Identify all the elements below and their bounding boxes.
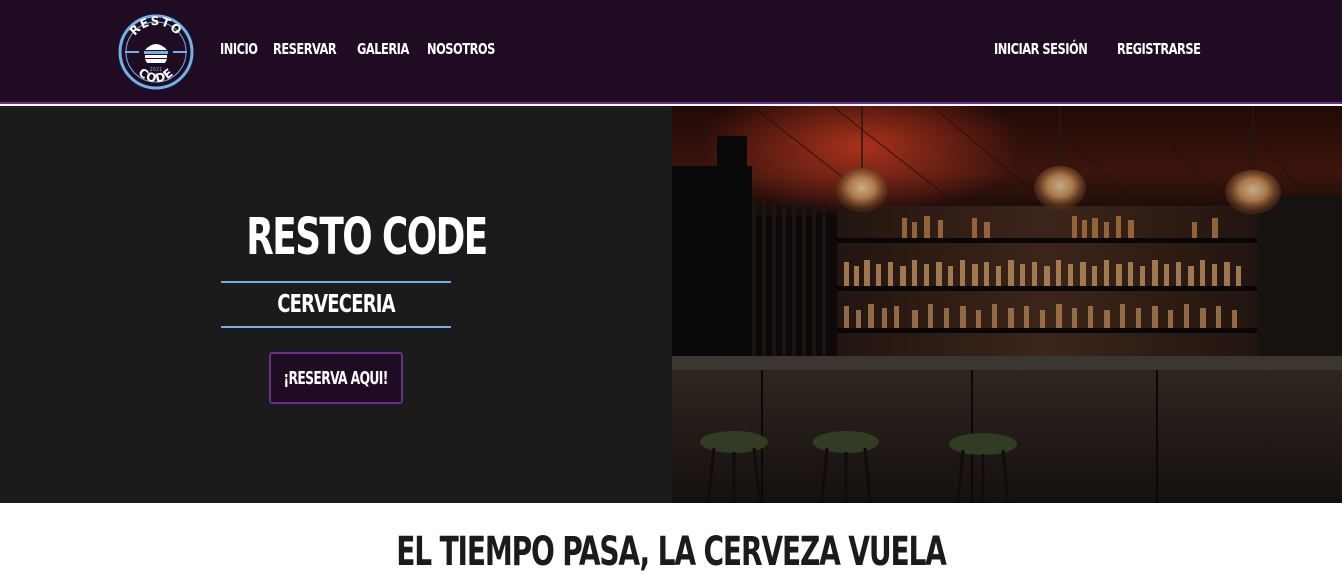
hero-panel: RESTO CODE CERVECERIA ¡RESERVA AQUI! — [0, 106, 672, 503]
nav-nosotros[interactable]: NOSOTROS — [427, 38, 495, 60]
hero-subtitle: CERVECERIA — [277, 289, 395, 318]
nav-registrarse[interactable]: REGISTRARSE — [1117, 38, 1201, 60]
main-nav: INICIO RESERVAR GALERIA NOSOTROS — [220, 38, 500, 60]
hero-title: RESTO CODE — [246, 208, 488, 267]
hero-divider-top — [221, 281, 451, 283]
reserve-button-label: ¡RESERVA AQUI! — [283, 367, 389, 389]
logo-year: 2021 — [150, 67, 163, 73]
auth-nav: INICIAR SESIÓN REGISTRARSE — [994, 38, 1219, 60]
nav-galeria[interactable]: GALERIA — [357, 38, 409, 60]
nav-reservar[interactable]: RESERVAR — [273, 38, 337, 60]
reserve-button[interactable]: ¡RESERVA AQUI! — [269, 352, 403, 404]
resto-code-logo[interactable]: RESTO CODE 2021 — [117, 14, 195, 90]
navbar: RESTO CODE 2021 INICIO RESERVAR GALERIA … — [0, 0, 1342, 104]
nav-iniciar-sesion[interactable]: INICIAR SESIÓN — [994, 38, 1088, 60]
tagline-heading: EL TIEMPO PASA, LA CERVEZA VUELA — [396, 529, 947, 575]
hero-divider-bottom — [221, 326, 451, 328]
bar-photo — [672, 106, 1342, 503]
nav-inicio[interactable]: INICIO — [220, 38, 258, 60]
tagline-section: EL TIEMPO PASA, LA CERVEZA VUELA — [0, 503, 1342, 575]
